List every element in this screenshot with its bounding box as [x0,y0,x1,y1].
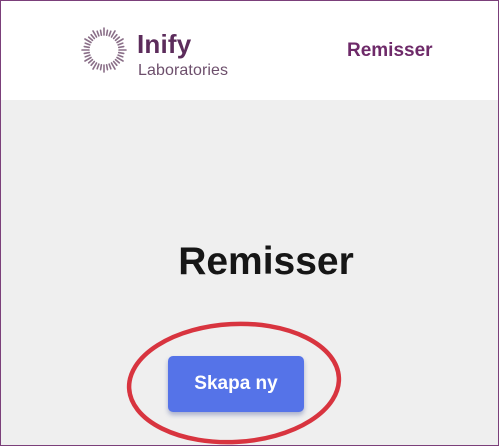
logo-ray [92,62,98,70]
logo-ray [116,38,124,44]
logo-ray [84,42,91,46]
nav-link-remisser[interactable]: Remisser [347,40,433,62]
logo-ray [87,36,94,42]
sunburst-logo-icon [81,27,127,73]
logo-ray [105,63,109,71]
logo-ray [114,58,121,64]
logo-ray [92,30,98,38]
logo-ray [96,63,100,70]
logo-ray [116,56,124,62]
logo-ray [105,29,109,37]
logo-name: Inify [137,29,192,59]
logo-ray [110,30,116,38]
logo-ray [114,36,121,42]
logo-ray [83,45,91,49]
logo-ray [84,38,92,44]
logo-ray [117,51,125,55]
logo-ray [110,62,116,70]
inify-logo[interactable]: Inify Laboratories [79,25,259,85]
logo-ray [90,33,96,40]
logo-ray [108,63,112,70]
logo-ray [117,54,124,58]
logo-ray [83,51,91,55]
logo-ray [112,60,118,67]
logo-ray [117,42,124,46]
logo-ray [96,30,100,37]
logo-ray [99,63,103,71]
create-new-button[interactable]: Skapa ny [168,356,304,412]
logo-ray [108,30,112,37]
logo-ray [112,33,118,40]
page-title: Remisser [178,240,354,283]
logo-ray [87,58,94,64]
logo-ray [84,54,91,58]
logo-ray [99,29,103,37]
logo-ray [90,60,96,67]
logo-ray [117,45,125,49]
logo-subtitle: Laboratories [138,62,229,79]
top-header: Inify Laboratories Remisser [1,1,498,100]
logo-ray [84,56,92,62]
app-frame: Inify Laboratories Remisser Remisser Ska… [0,0,499,446]
